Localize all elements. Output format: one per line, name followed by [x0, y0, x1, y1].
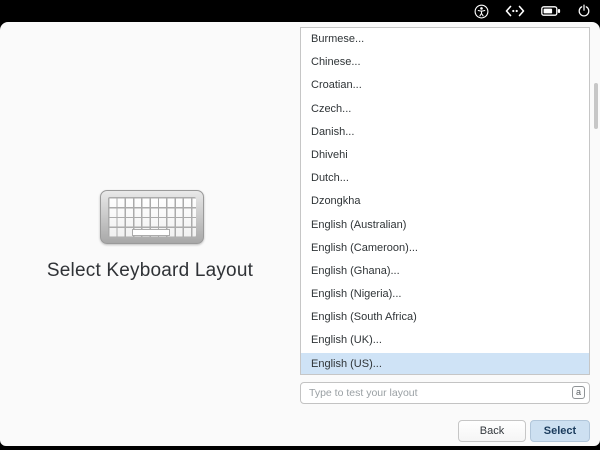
layout-list-item[interactable]: Burmese... [301, 28, 589, 51]
test-entry-wrap: a [300, 382, 590, 404]
keyboard-layout-list[interactable]: Burmese...Chinese...Croatian...Czech...D… [300, 27, 590, 375]
power-icon[interactable] [577, 4, 591, 18]
layout-list-item[interactable]: Dzongkha [301, 190, 589, 213]
layout-list-item[interactable]: English (Australian) [301, 214, 589, 237]
accessibility-icon[interactable] [474, 4, 489, 19]
layout-list-item[interactable]: Chinese... [301, 51, 589, 74]
layout-test-input[interactable] [300, 382, 590, 404]
keyboard-preview-icon[interactable]: a [572, 386, 585, 399]
top-bar [0, 0, 600, 22]
page-title: Select Keyboard Layout [0, 260, 300, 282]
layout-list-item[interactable]: English (UK)... [301, 329, 589, 352]
setup-window: Select Keyboard Layout Burmese...Chinese… [0, 22, 600, 446]
layout-list-item[interactable]: English (South Africa) [301, 306, 589, 329]
layout-list-item[interactable]: English (Ghana)... [301, 260, 589, 283]
layout-list-item[interactable]: Dhivehi [301, 144, 589, 167]
layout-list-item[interactable]: Croatian... [301, 74, 589, 97]
layout-list-item[interactable]: Czech... [301, 98, 589, 121]
keyboard-illustration-icon [100, 190, 204, 244]
network-wired-icon[interactable] [505, 5, 525, 17]
layout-list-item[interactable]: English (Cameroon)... [301, 237, 589, 260]
scrollbar-thumb[interactable] [594, 83, 598, 129]
select-button[interactable]: Select [530, 420, 590, 442]
battery-icon[interactable] [541, 5, 561, 17]
layout-list-item[interactable]: English (Nigeria)... [301, 283, 589, 306]
layout-list-item[interactable]: Danish... [301, 121, 589, 144]
layout-list-item[interactable]: English (US)... [301, 353, 589, 375]
back-button[interactable]: Back [458, 420, 526, 442]
layout-list-item[interactable]: Dutch... [301, 167, 589, 190]
keyboard-spacebar [132, 229, 171, 236]
